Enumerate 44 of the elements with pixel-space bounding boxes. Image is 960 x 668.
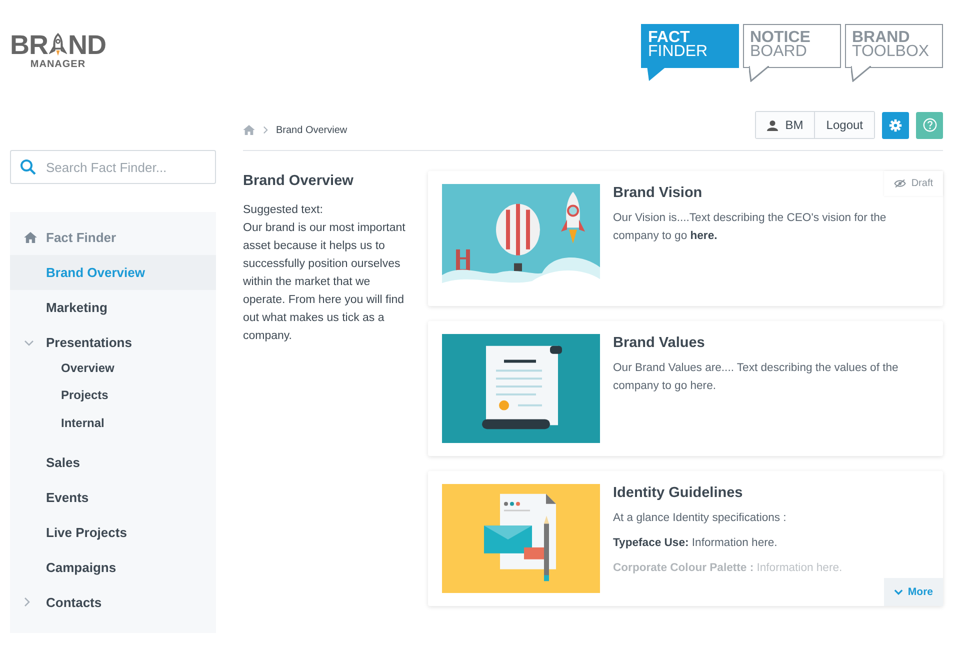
- user-icon: [767, 120, 778, 130]
- sidebar-item[interactable]: Contacts: [10, 584, 216, 620]
- sidebar-item[interactable]: Live Projects: [10, 514, 216, 550]
- search-field[interactable]: Search Fact Finder...: [10, 150, 216, 184]
- card-text: Typeface Use: Information here.: [613, 536, 778, 551]
- card-text: At a glance Identity specifications :: [613, 511, 788, 526]
- card-title[interactable]: Brand Values: [613, 335, 705, 351]
- chevron-right-icon: [263, 126, 268, 134]
- chevron-down-icon[interactable]: [24, 340, 34, 346]
- draft-badge: Draft: [884, 171, 943, 196]
- sidebar-item[interactable]: Events: [10, 480, 216, 514]
- rocket-icon: [49, 33, 67, 57]
- help-button[interactable]: [916, 112, 943, 138]
- logo-subtitle: MANAGER: [30, 59, 86, 70]
- logout-button[interactable]: Logout: [814, 112, 874, 138]
- bubble-tail-icon: [647, 66, 667, 82]
- chevron-down-icon: [894, 589, 903, 595]
- sidebar-subitem[interactable]: Projects: [61, 382, 216, 409]
- logo-text: ND: [68, 33, 106, 57]
- search-icon: [20, 159, 36, 175]
- breadcrumb-current: Brand Overview: [276, 124, 348, 136]
- card-text: Our Brand Values are.... Text describing the values of the company to go here.: [613, 361, 900, 394]
- section-title: Brand Overview: [243, 173, 354, 189]
- hidden-eye-icon: [894, 179, 906, 188]
- overview-text: Suggested text:: [243, 203, 324, 218]
- sidebar-item[interactable]: Campaigns: [10, 550, 216, 584]
- help-icon: [922, 118, 936, 132]
- settings-icon: [889, 118, 902, 132]
- logo-text: BR: [10, 33, 48, 57]
- home-icon[interactable]: [243, 125, 255, 135]
- card-title[interactable]: Identity Guidelines: [613, 485, 743, 501]
- home-icon: [24, 232, 37, 243]
- card-title[interactable]: Brand Vision: [613, 185, 702, 201]
- card-text: Our Vision is....Text describing the CEO's vision for the company to go here.: [613, 211, 888, 244]
- bubble-tail-icon: [749, 66, 769, 82]
- chevron-right-icon[interactable]: [24, 597, 30, 607]
- overview-text: Our brand is our most important asset because it helps us to successfully position ourselves within the market that we operate. From here you will find out what makes us tick as a company.: [243, 221, 406, 344]
- sidebar-item[interactable]: Marketing: [10, 290, 216, 325]
- bubble-tail-icon: [851, 66, 871, 82]
- sidebar-item[interactable]: Sales: [10, 444, 216, 480]
- card-text: Corporate Colour Palette : Information here.: [613, 561, 844, 576]
- user-button[interactable]: BM: [756, 112, 814, 138]
- sidebar-subitem[interactable]: Internal: [61, 409, 216, 436]
- settings-button[interactable]: [882, 112, 909, 138]
